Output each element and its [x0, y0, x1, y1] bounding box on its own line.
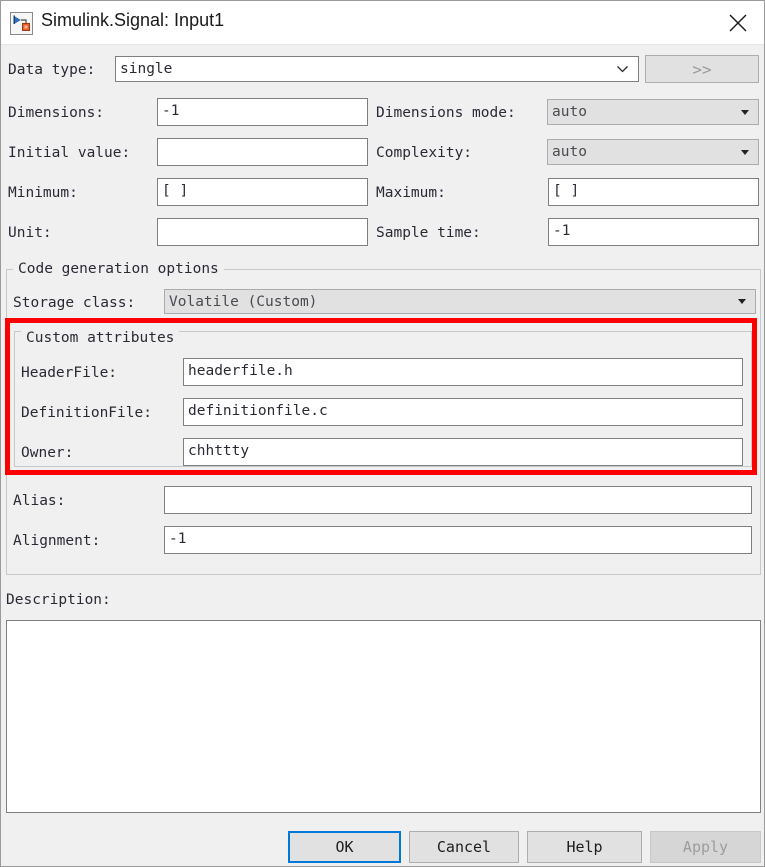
unit-input[interactable]: [157, 218, 368, 246]
header-file-label: HeaderFile:: [21, 365, 118, 381]
dimensions-value: -1: [162, 103, 180, 120]
alias-input[interactable]: [164, 486, 752, 514]
custom-attributes-group-title: Custom attributes: [21, 330, 180, 346]
caret-down-icon: [738, 299, 746, 304]
owner-value: chhttty: [188, 443, 250, 460]
initial-value-input[interactable]: [157, 138, 368, 166]
apply-button[interactable]: Apply: [650, 831, 761, 863]
simulink-signal-icon: [10, 12, 33, 35]
dimensions-input[interactable]: -1: [157, 98, 368, 126]
alignment-label: Alignment:: [13, 533, 101, 549]
data-type-more-button[interactable]: >>: [645, 55, 759, 83]
definition-file-label: DefinitionFile:: [21, 405, 152, 421]
alignment-input[interactable]: -1: [164, 526, 752, 554]
dimensions-mode-value: auto: [552, 104, 587, 120]
maximum-input[interactable]: [ ]: [548, 178, 759, 206]
dimensions-mode-combo[interactable]: auto: [547, 99, 759, 125]
header-file-input[interactable]: headerfile.h: [183, 358, 743, 386]
unit-label: Unit:: [8, 225, 52, 241]
window-title: Simulink.Signal: Input1: [41, 10, 225, 30]
minimum-value: [ ]: [162, 183, 189, 200]
maximum-value: [ ]: [553, 183, 580, 200]
complexity-label: Complexity:: [376, 145, 473, 161]
sample-time-input[interactable]: -1: [548, 218, 759, 246]
storage-class-value: Volatile (Custom): [169, 293, 318, 310]
cancel-button[interactable]: Cancel: [409, 831, 519, 863]
description-value: [7, 621, 760, 627]
chevron-down-icon: [617, 66, 628, 73]
minimum-input[interactable]: [ ]: [157, 178, 368, 206]
alias-label: Alias:: [13, 493, 66, 509]
owner-label: Owner:: [21, 445, 74, 461]
simulink-signal-dialog: Simulink.Signal: Input1 Data type: singl…: [0, 0, 765, 867]
dimensions-mode-label: Dimensions mode:: [376, 105, 516, 121]
close-icon[interactable]: [710, 1, 764, 44]
alignment-value: -1: [169, 531, 187, 548]
description-label: Description:: [6, 592, 111, 608]
owner-input[interactable]: chhttty: [183, 438, 743, 466]
caret-down-icon: [741, 109, 749, 115]
ok-button[interactable]: OK: [288, 831, 401, 863]
data-type-combo[interactable]: single: [115, 56, 639, 82]
caret-down-icon: [741, 149, 749, 155]
description-textarea[interactable]: [6, 620, 761, 813]
minimum-label: Minimum:: [8, 185, 78, 201]
storage-class-label: Storage class:: [13, 295, 136, 311]
definition-file-input[interactable]: definitionfile.c: [183, 398, 743, 426]
header-file-value: headerfile.h: [188, 363, 293, 380]
dimensions-label: Dimensions:: [8, 105, 105, 121]
data-type-value: single: [120, 61, 173, 77]
title-bar: Simulink.Signal: Input1: [1, 1, 764, 45]
sample-time-value: -1: [553, 223, 571, 240]
initial-value-label: Initial value:: [8, 145, 131, 161]
maximum-label: Maximum:: [376, 185, 446, 201]
data-type-label: Data type:: [8, 62, 96, 78]
complexity-combo[interactable]: auto: [547, 139, 759, 165]
definition-file-value: definitionfile.c: [188, 403, 328, 420]
sample-time-label: Sample time:: [376, 225, 481, 241]
complexity-value: auto: [552, 144, 587, 160]
storage-class-combo[interactable]: Volatile (Custom): [164, 289, 756, 314]
help-button[interactable]: Help: [527, 831, 642, 863]
code-generation-group-title: Code generation options: [13, 261, 224, 277]
